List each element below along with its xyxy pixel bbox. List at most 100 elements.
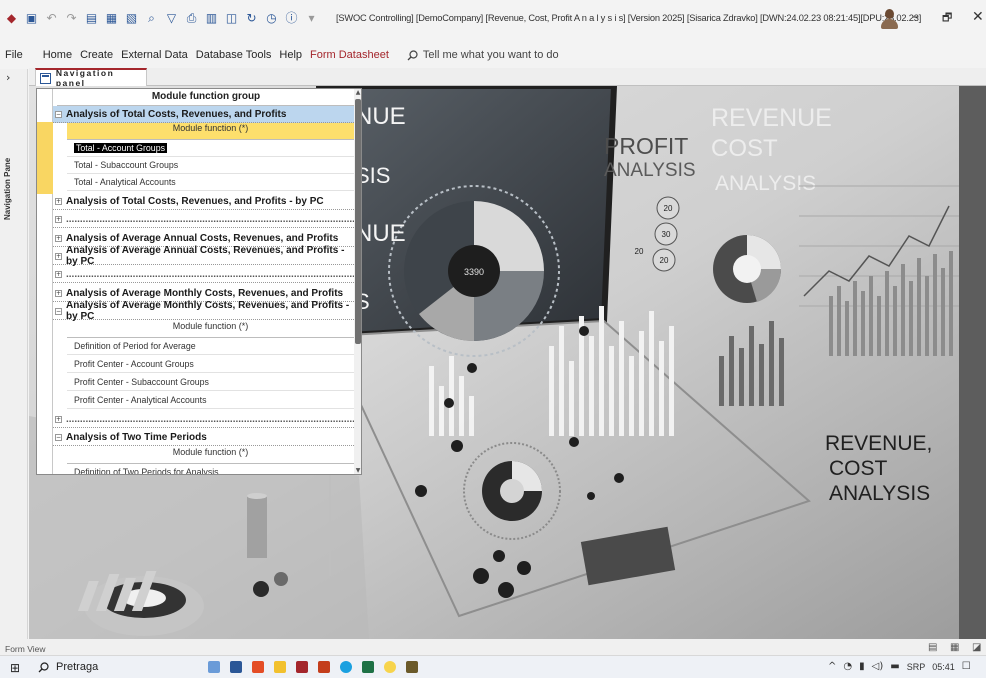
group-row-7[interactable]: − Analysis of Two Time Periods [53, 429, 354, 446]
close-button[interactable]: ✕ [972, 10, 984, 24]
battery-icon[interactable]: ▮ [859, 661, 865, 672]
browser-icon[interactable] [340, 661, 352, 673]
expand-icon[interactable]: + [55, 215, 62, 223]
list-item[interactable]: Definition of Period for Average [67, 338, 354, 355]
expand-icon[interactable]: + [55, 252, 62, 260]
group-label: Analysis of Total Costs, Revenues, and P… [66, 108, 287, 120]
form-icon [40, 72, 51, 84]
tab-navigation-panel[interactable]: Navigation panel [35, 68, 147, 88]
group-row-4[interactable]: + Analysis of Average Annual Costs, Reve… [53, 245, 354, 267]
customize-icon[interactable]: ▾ [304, 10, 319, 25]
language-indicator[interactable]: SRP [907, 662, 926, 672]
group-row-1[interactable]: − Analysis of Total Costs, Revenues, and… [53, 106, 354, 123]
design-view-icon[interactable]: ◪ [972, 642, 981, 653]
excel-icon[interactable] [362, 661, 374, 673]
refresh-icon[interactable]: ↻ [244, 10, 259, 25]
access-icon[interactable] [296, 661, 308, 673]
powerpoint-icon[interactable] [318, 661, 330, 673]
list-item[interactable]: Profit Center - Subaccount Groups [67, 374, 354, 391]
tab-help[interactable]: Help [279, 49, 302, 61]
bg-text-cost2: COST [829, 457, 888, 480]
word-icon[interactable] [230, 661, 242, 673]
chevron-up-icon[interactable]: ^ [828, 661, 836, 672]
tell-me-box[interactable]: Tell me what you want to do [407, 49, 559, 61]
collapse-icon[interactable]: − [55, 307, 62, 315]
minimize-button[interactable]: – [912, 10, 919, 24]
info-icon[interactable]: ⓘ [284, 10, 299, 25]
table-icon[interactable]: ▥ [204, 10, 219, 25]
app-icon[interactable] [406, 661, 418, 673]
group-label: Analysis of Two Time Periods [66, 431, 207, 443]
tab-database-tools[interactable]: Database Tools [196, 49, 272, 61]
monitor-icon[interactable]: ▬ [890, 661, 899, 672]
clock-text[interactable]: 05:41 [932, 662, 955, 672]
bg-text-analysis-small: ANALYSIS [604, 160, 696, 181]
search-icon[interactable]: ⌕ [144, 10, 159, 25]
list-item[interactable]: Total - Subaccount Groups [67, 157, 354, 174]
collapse-icon[interactable]: − [55, 433, 62, 441]
taskbar-search[interactable]: Pretraga [38, 661, 98, 673]
separator-row[interactable]: + ......................................… [53, 266, 354, 283]
app-icon[interactable] [208, 661, 220, 673]
network-icon[interactable]: ◔ [843, 661, 852, 672]
function-header: Module function (*) [67, 123, 354, 140]
split-icon[interactable]: ◫ [224, 10, 239, 25]
access-logo-icon[interactable]: ◆ [4, 10, 19, 25]
separator-row[interactable]: + ......................................… [53, 411, 354, 428]
windows-start-icon[interactable]: ⊞ [10, 662, 20, 674]
avatar[interactable] [880, 8, 898, 30]
tab-form-datasheet[interactable]: Form Datasheet [310, 49, 389, 61]
app-icon[interactable] [252, 661, 264, 673]
list-item[interactable]: Definition of Two Periods for Analysis [67, 464, 354, 474]
folder-icon[interactable] [274, 661, 286, 673]
badge-20a: 20 [664, 204, 673, 213]
tab-external-data[interactable]: External Data [121, 49, 188, 61]
save-icon[interactable]: ▣ [24, 10, 39, 25]
group-row-2[interactable]: + Analysis of Total Costs, Revenues, and… [53, 193, 354, 210]
expand-icon[interactable]: + [55, 234, 62, 242]
tab-file[interactable]: File [5, 49, 23, 61]
app-icon[interactable] [384, 661, 396, 673]
expand-icon[interactable]: + [55, 289, 62, 297]
bg-text-revenue: REVENUE [711, 104, 832, 132]
expand-icon[interactable]: + [55, 415, 62, 423]
form-icon[interactable]: ▤ [84, 10, 99, 25]
redo-icon[interactable]: ↷ [64, 10, 79, 25]
list-item[interactable]: Profit Center - Account Groups [67, 356, 354, 373]
tab-home[interactable]: Home [43, 49, 72, 61]
separator-row[interactable]: + ......................................… [53, 211, 354, 228]
form-view-icon[interactable]: ▤ [928, 642, 937, 653]
expand-icon[interactable]: + [55, 270, 62, 278]
datasheet-icon[interactable]: ▦ [104, 10, 119, 25]
chevron-right-icon[interactable]: › [6, 71, 10, 84]
print-icon[interactable]: ⎙ [184, 10, 199, 25]
expand-icon[interactable]: + [55, 197, 62, 205]
bg-text-nue2: NUE [355, 220, 406, 247]
status-bar: Form View ▤ ▦ ◪ [0, 639, 986, 655]
volume-icon[interactable]: ◁) [872, 661, 884, 672]
search-icon [38, 661, 49, 672]
record-selector[interactable] [37, 89, 53, 474]
group-row-6[interactable]: − Analysis of Average Monthly Costs, Rev… [53, 300, 354, 322]
datasheet-view-icon[interactable]: ▦ [950, 642, 959, 653]
navigation-pane-label[interactable]: Navigation Pane [3, 90, 12, 220]
badge-30: 30 [662, 230, 671, 239]
scroll-thumb[interactable] [355, 99, 361, 344]
list-item[interactable]: Total - Analytical Accounts [67, 174, 354, 191]
collapse-icon[interactable]: − [55, 110, 62, 118]
restore-button[interactable]: 🗗 [942, 12, 952, 23]
vertical-scrollbar[interactable]: ▲ ▼ [354, 89, 361, 474]
navigation-pane-collapsed[interactable]: › Navigation Pane [0, 69, 28, 639]
filter-icon[interactable]: ▽ [164, 10, 179, 25]
clock-icon[interactable]: ◷ [264, 10, 279, 25]
tab-create[interactable]: Create [80, 49, 113, 61]
notification-icon[interactable]: ☐ [962, 661, 971, 672]
group-label: Analysis of Average Annual Costs, Revenu… [66, 232, 339, 244]
report-icon[interactable]: ▧ [124, 10, 139, 25]
list-item[interactable]: Total - Account Groups [67, 140, 354, 157]
title-bar: ◆ ▣ ↶ ↷ ▤ ▦ ▧ ⌕ ▽ ⎙ ▥ ◫ ↻ ◷ ⓘ ▾ [SWOC Co… [0, 0, 986, 44]
undo-icon[interactable]: ↶ [44, 10, 59, 25]
list-item[interactable]: Profit Center - Analytical Accounts [67, 392, 354, 409]
scroll-down-icon[interactable]: ▼ [354, 467, 361, 474]
scroll-up-icon[interactable]: ▲ [354, 89, 361, 96]
